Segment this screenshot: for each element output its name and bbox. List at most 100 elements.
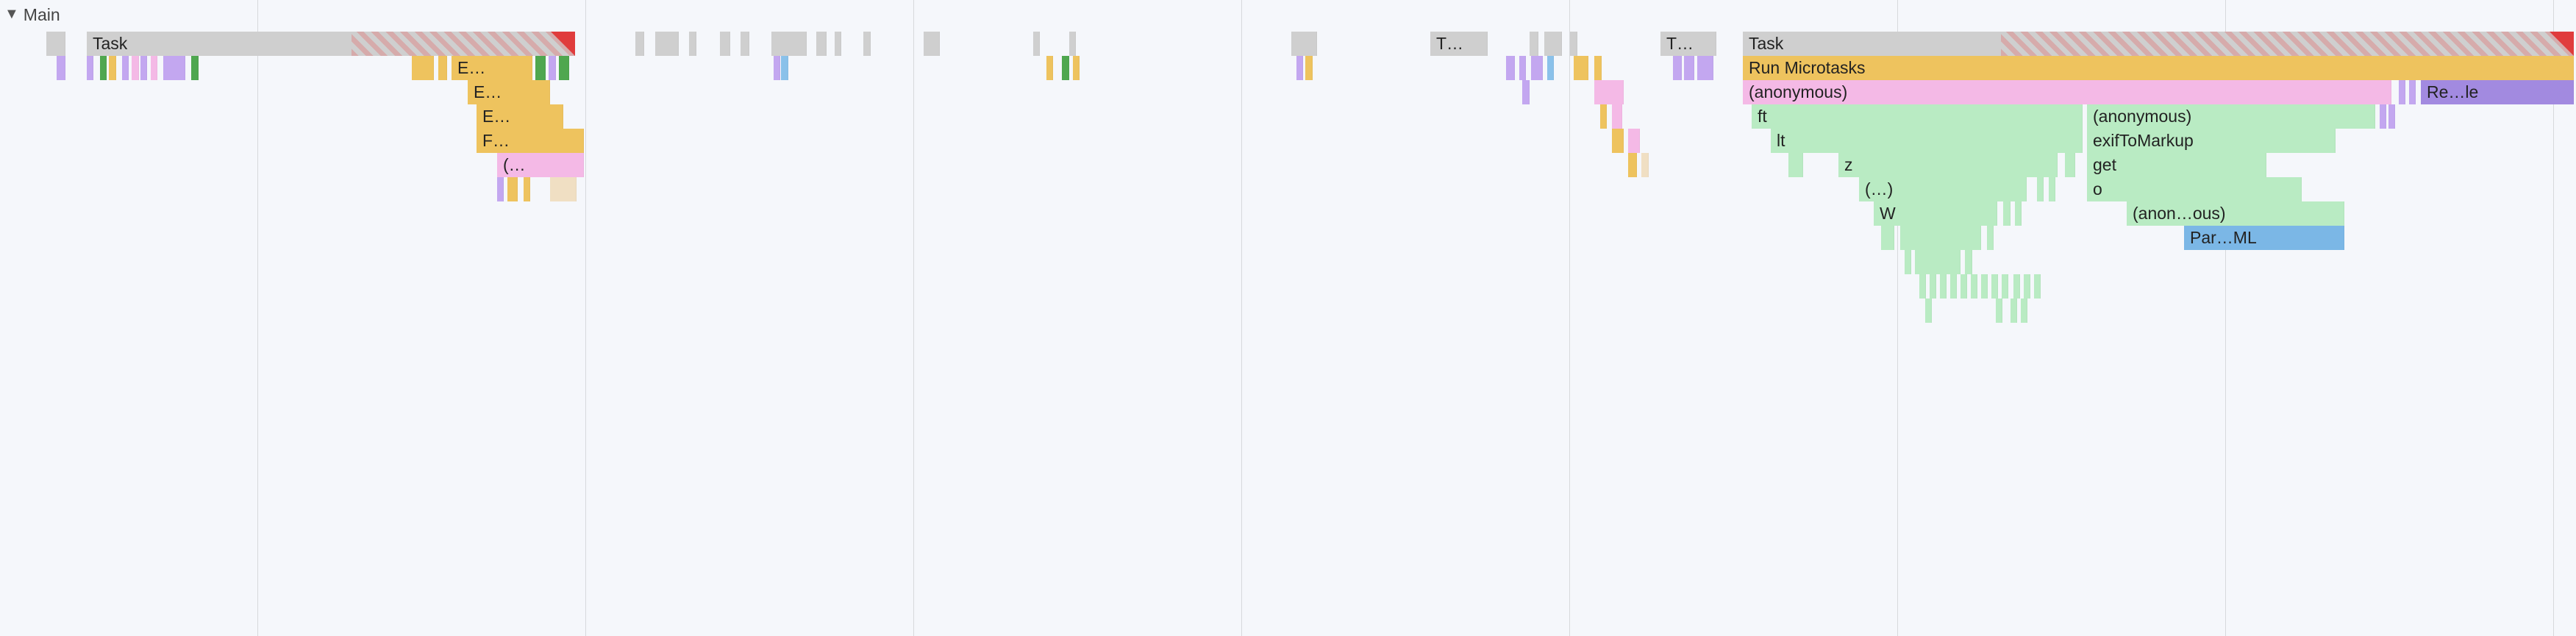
flame-entry[interactable]: E… bbox=[452, 56, 532, 80]
flame-entry[interactable] bbox=[1291, 32, 1317, 56]
flame-entry[interactable] bbox=[2002, 274, 2008, 299]
thread-header[interactable]: ▼ Main bbox=[0, 0, 60, 29]
flame-entry[interactable] bbox=[1628, 153, 1637, 177]
flame-entry[interactable] bbox=[1919, 274, 1926, 299]
flame-entry[interactable] bbox=[2021, 299, 2027, 323]
flame-entry[interactable] bbox=[1915, 250, 1960, 274]
flame-entry[interactable] bbox=[1981, 274, 1988, 299]
flame-entry[interactable] bbox=[1628, 129, 1640, 153]
flame-entry[interactable] bbox=[2015, 201, 2022, 226]
flame-entry[interactable]: Par…ML bbox=[2184, 226, 2344, 250]
flame-entry[interactable] bbox=[1033, 32, 1040, 56]
flame-entry[interactable] bbox=[1519, 56, 1526, 80]
flame-entry[interactable] bbox=[2065, 153, 2075, 177]
flame-entry[interactable] bbox=[2380, 104, 2386, 129]
flame-entry[interactable]: z bbox=[1838, 153, 2058, 177]
flame-entry[interactable] bbox=[2024, 274, 2030, 299]
flame-entry[interactable] bbox=[1574, 56, 1588, 80]
flame-entry[interactable] bbox=[2409, 80, 2416, 104]
flame-entry[interactable] bbox=[122, 56, 129, 80]
flame-entry[interactable] bbox=[863, 32, 871, 56]
flame-entry[interactable] bbox=[1684, 56, 1694, 80]
flame-entry[interactable] bbox=[1925, 299, 1932, 323]
flame-entry[interactable] bbox=[2388, 104, 2395, 129]
flame-entry[interactable] bbox=[1594, 80, 1624, 104]
flame-entry[interactable] bbox=[535, 56, 546, 80]
disclosure-triangle-icon[interactable]: ▼ bbox=[4, 6, 19, 23]
flame-entry[interactable] bbox=[549, 56, 556, 80]
flame-entry[interactable] bbox=[507, 177, 518, 201]
flame-entry[interactable] bbox=[2013, 274, 2020, 299]
flame-entry[interactable] bbox=[438, 56, 447, 80]
flame-entry[interactable] bbox=[1570, 32, 1577, 56]
flame-entry[interactable]: E… bbox=[468, 80, 550, 104]
flame-entry[interactable]: W bbox=[1874, 201, 1997, 226]
flame-entry[interactable] bbox=[1881, 226, 1894, 250]
flame-entry[interactable] bbox=[1069, 32, 1076, 56]
flame-entry[interactable]: exifToMarkup bbox=[2087, 129, 2336, 153]
flame-entry[interactable]: Run Microtasks bbox=[1743, 56, 2574, 80]
flame-entry[interactable] bbox=[1612, 104, 1622, 129]
flame-entry[interactable]: (anonymous) bbox=[1743, 80, 2391, 104]
flame-entry[interactable]: T… bbox=[1660, 32, 1716, 56]
flame-entry[interactable] bbox=[835, 32, 841, 56]
flame-entry[interactable] bbox=[816, 32, 827, 56]
flame-entry[interactable] bbox=[635, 32, 644, 56]
flame-entry[interactable] bbox=[1612, 129, 1624, 153]
flame-entry[interactable]: Re…le bbox=[2421, 80, 2574, 104]
flame-entry[interactable] bbox=[924, 32, 940, 56]
flame-entry[interactable]: (anonymous) bbox=[2087, 104, 2375, 129]
flame-entry[interactable] bbox=[1991, 274, 1998, 299]
flame-entry[interactable] bbox=[2399, 80, 2405, 104]
flame-entry[interactable] bbox=[720, 32, 730, 56]
flame-entry[interactable] bbox=[57, 56, 65, 80]
flame-entry[interactable] bbox=[1296, 56, 1303, 80]
flame-entry[interactable] bbox=[1905, 250, 1911, 274]
flame-entry[interactable] bbox=[774, 56, 780, 80]
flame-entry[interactable] bbox=[1544, 32, 1562, 56]
flame-entry[interactable] bbox=[1531, 56, 1543, 80]
flame-entry[interactable]: (…) bbox=[1859, 177, 2027, 201]
flame-entry[interactable]: (… bbox=[497, 153, 584, 177]
flame-entry[interactable] bbox=[1062, 56, 1069, 80]
flame-entry[interactable] bbox=[1940, 274, 1947, 299]
flame-entry[interactable] bbox=[1506, 56, 1515, 80]
flame-entry[interactable] bbox=[2011, 299, 2017, 323]
flame-entry[interactable]: (anon…ous) bbox=[2127, 201, 2344, 226]
flame-entry[interactable] bbox=[1522, 80, 1530, 104]
flame-entry[interactable]: o bbox=[2087, 177, 2302, 201]
flame-entry[interactable] bbox=[1950, 274, 1957, 299]
flame-entry[interactable]: T… bbox=[1430, 32, 1488, 56]
flame-entry[interactable] bbox=[781, 56, 788, 80]
flame-entry[interactable] bbox=[412, 56, 434, 80]
flame-entry[interactable] bbox=[497, 177, 504, 201]
flame-entry[interactable] bbox=[1960, 274, 1967, 299]
flame-entry[interactable]: F… bbox=[477, 129, 584, 153]
flame-entry[interactable] bbox=[1046, 56, 1053, 80]
flame-entry[interactable] bbox=[1900, 226, 1981, 250]
flame-entry[interactable] bbox=[1971, 274, 1977, 299]
flame-entry[interactable] bbox=[163, 56, 185, 80]
flame-entry[interactable] bbox=[109, 56, 116, 80]
flame-entry[interactable] bbox=[559, 56, 569, 80]
flame-entry[interactable] bbox=[1930, 274, 1936, 299]
flame-entry[interactable] bbox=[100, 56, 107, 80]
flame-entry[interactable] bbox=[1530, 32, 1538, 56]
flame-entry[interactable] bbox=[1073, 56, 1080, 80]
flame-entry[interactable]: ft bbox=[1752, 104, 2083, 129]
flame-entry[interactable] bbox=[1673, 56, 1682, 80]
flame-entry[interactable] bbox=[1965, 250, 1972, 274]
flame-entry[interactable] bbox=[140, 56, 147, 80]
flame-entry[interactable] bbox=[1594, 56, 1602, 80]
flame-entry[interactable] bbox=[2037, 177, 2044, 201]
flame-entry[interactable] bbox=[1305, 56, 1313, 80]
flame-entry[interactable] bbox=[1600, 104, 1607, 129]
flame-entry[interactable] bbox=[2034, 274, 2041, 299]
flame-entry[interactable] bbox=[524, 177, 530, 201]
flame-entry[interactable] bbox=[1987, 226, 1994, 250]
flame-entry[interactable] bbox=[1547, 56, 1554, 80]
flame-entry[interactable]: E… bbox=[477, 104, 563, 129]
flame-entry[interactable] bbox=[132, 56, 139, 80]
flame-entry[interactable]: get bbox=[2087, 153, 2266, 177]
flame-entry[interactable] bbox=[550, 177, 577, 201]
